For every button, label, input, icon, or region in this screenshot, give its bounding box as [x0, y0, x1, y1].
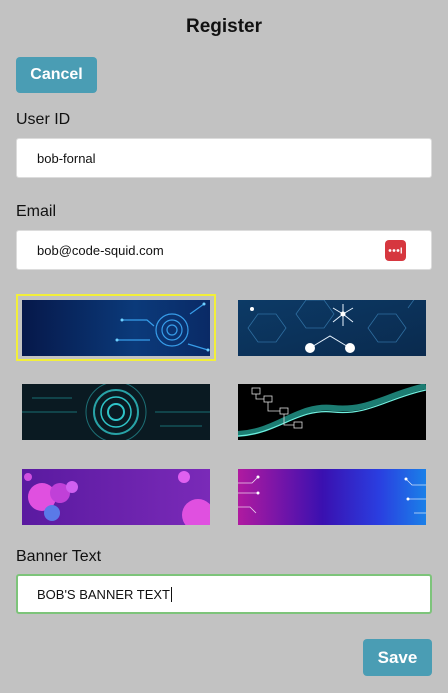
banner-option-blue-circuit-gear[interactable] [22, 300, 210, 356]
password-manager-icon[interactable] [385, 240, 406, 261]
save-button[interactable]: Save [363, 639, 432, 676]
banner-option-purple-bubbles[interactable] [22, 469, 210, 525]
user-id-value: bob-fornal [37, 150, 96, 166]
cancel-button[interactable]: Cancel [16, 57, 97, 93]
email-value: bob@code-squid.com [37, 242, 164, 258]
user-id-label: User ID [16, 111, 71, 128]
page-title: Register [185, 16, 263, 37]
banner-option-hexagon-network[interactable] [238, 300, 426, 356]
banner-option-blue-purple-gradient[interactable] [238, 469, 426, 525]
banner-option-teal-concentric-rings[interactable] [22, 384, 210, 440]
email-label: Email [16, 203, 57, 220]
banner-text-field[interactable]: BOB'S BANNER TEXT [16, 574, 432, 614]
user-id-field[interactable]: bob-fornal [16, 138, 432, 178]
banner-text-value: BOB'S BANNER TEXT [37, 586, 170, 602]
banner-text-label: Banner Text [16, 548, 102, 565]
text-cursor [171, 586, 172, 602]
banner-option-teal-wave-flowchart[interactable] [238, 384, 426, 440]
email-field[interactable]: bob@code-squid.com [16, 230, 432, 270]
